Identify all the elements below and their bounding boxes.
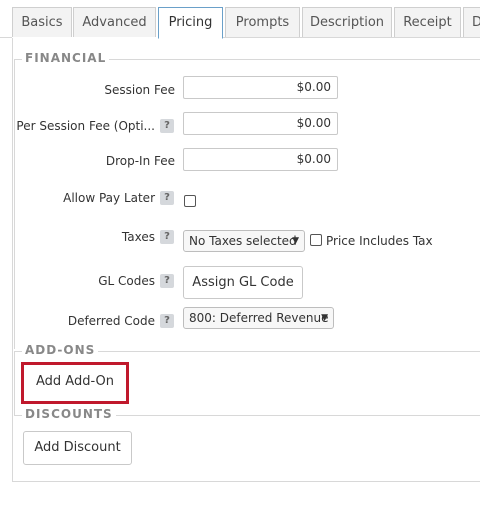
taxes-label: Taxes [121, 230, 155, 244]
tab-bar-divider [0, 37, 12, 38]
deferred-code-select-value: 800: Deferred Revenue [189, 311, 329, 325]
help-icon[interactable]: ? [160, 314, 174, 328]
assign-gl-code-button[interactable]: Assign GL Code [183, 266, 303, 299]
tab-d[interactable]: D [463, 7, 480, 37]
session-fee-label: Session Fee [104, 83, 175, 97]
addons-legend-line [92, 351, 480, 352]
deferred-code-label: Deferred Code [67, 314, 155, 328]
per-session-fee-label: Per Session Fee (Opti... [16, 119, 155, 133]
per-session-fee-input[interactable]: $0.00 [183, 112, 338, 135]
tab-bar: Basics Advanced Pricing Prompts Descript… [0, 0, 480, 39]
add-discount-button[interactable]: Add Discount [23, 431, 132, 465]
tab-receipt[interactable]: Receipt [394, 7, 461, 37]
addons-legend: ADD-ONS [22, 343, 99, 357]
price-includes-tax-checkbox[interactable] [310, 234, 322, 246]
caret-down-icon: ▼ [321, 313, 328, 323]
tab-prompts[interactable]: Prompts [225, 7, 300, 37]
taxes-select[interactable]: No Taxes selected ▼ [183, 230, 305, 252]
deferred-code-select[interactable]: 800: Deferred Revenue ▼ [183, 307, 334, 329]
add-add-on-button[interactable]: Add Add-On [25, 366, 125, 400]
addons-border [14, 351, 15, 415]
allow-pay-later-checkbox[interactable] [184, 195, 196, 207]
drop-in-fee-label: Drop-In Fee [105, 154, 175, 168]
discounts-legend: DISCOUNTS [22, 407, 116, 421]
help-icon[interactable]: ? [160, 274, 174, 288]
financial-legend-line [100, 59, 480, 60]
help-icon[interactable]: ? [160, 230, 174, 244]
discounts-legend-line [106, 415, 480, 416]
price-includes-tax-label: Price Includes Tax [326, 234, 433, 248]
tab-advanced[interactable]: Advanced [73, 7, 156, 37]
help-icon[interactable]: ? [160, 119, 174, 133]
help-icon[interactable]: ? [160, 191, 174, 205]
drop-in-fee-input[interactable]: $0.00 [183, 148, 338, 171]
tab-description[interactable]: Description [302, 7, 392, 37]
financial-border [14, 59, 15, 349]
taxes-select-value: No Taxes selected [189, 234, 297, 248]
gl-codes-label: GL Codes [98, 274, 155, 288]
financial-legend: FINANCIAL [22, 51, 110, 65]
tab-pricing[interactable]: Pricing [158, 7, 223, 39]
caret-down-icon: ▼ [292, 236, 299, 246]
allow-pay-later-label: Allow Pay Later [63, 191, 155, 205]
session-fee-input[interactable]: $0.00 [183, 76, 338, 99]
tab-basics[interactable]: Basics [12, 7, 72, 37]
